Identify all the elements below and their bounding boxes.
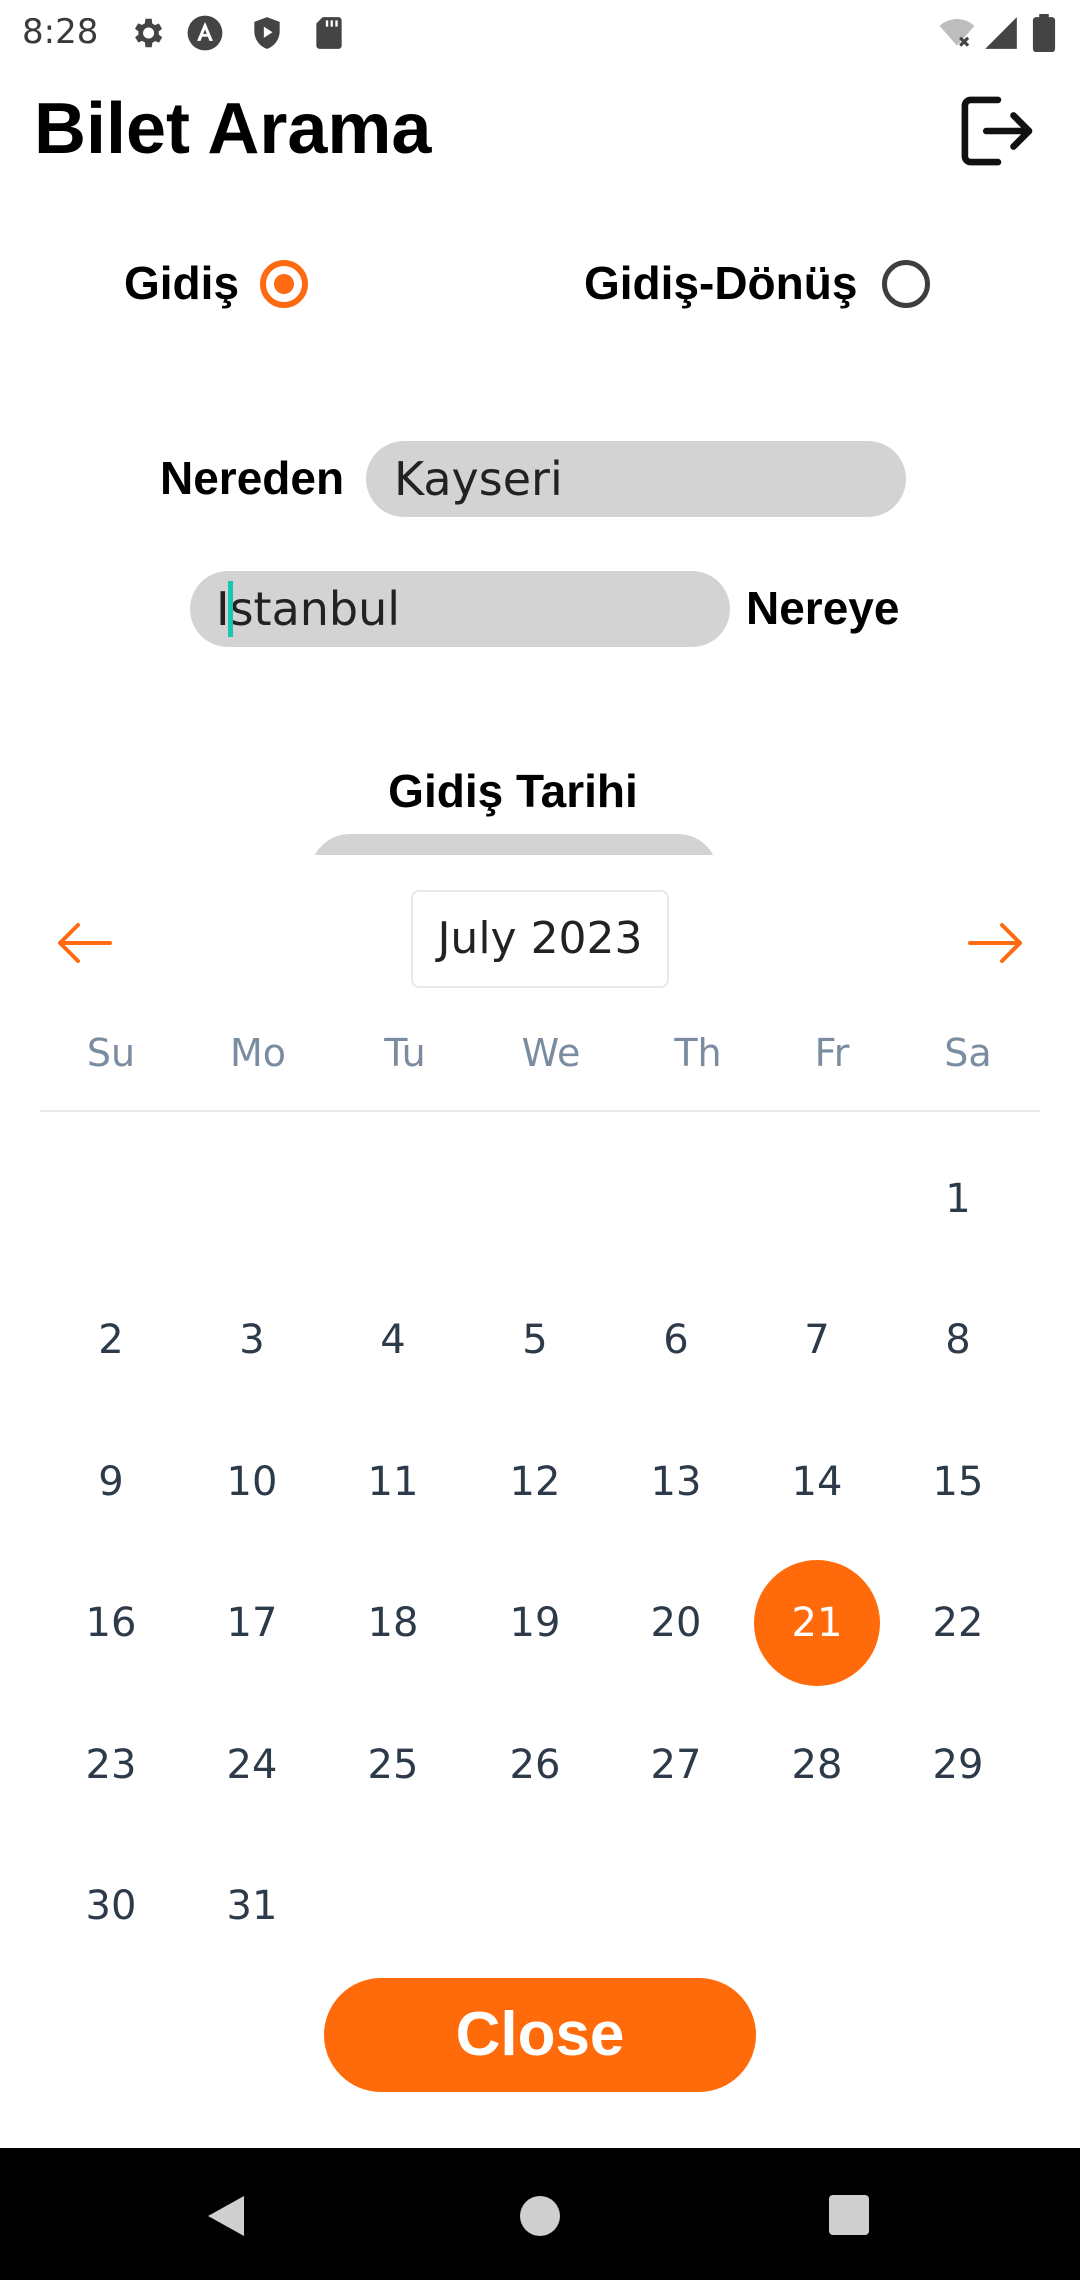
calendar-day[interactable]: 9 <box>48 1419 174 1545</box>
from-input-value: Kayseri <box>394 452 563 506</box>
round-trip-radio[interactable] <box>882 260 930 308</box>
calendar-day[interactable]: 3 <box>189 1277 315 1403</box>
calendar-day[interactable]: 26 <box>472 1702 598 1828</box>
calendar-day[interactable]: 14 <box>754 1419 880 1545</box>
angular-icon <box>187 15 223 51</box>
from-input[interactable]: Kayseri <box>366 441 906 517</box>
battery-icon <box>1032 14 1056 52</box>
calendar-day[interactable]: 5 <box>472 1277 598 1403</box>
round-trip-label: Gidiş-Dönüş <box>584 257 858 309</box>
calendar-day[interactable]: 13 <box>613 1419 739 1545</box>
calendar-day[interactable]: 22 <box>895 1560 1021 1686</box>
home-circle-icon[interactable] <box>518 2194 562 2238</box>
calendar-day[interactable]: 4 <box>330 1277 456 1403</box>
departure-date-label: Gidiş Tarihi <box>388 765 638 817</box>
calendar-day[interactable]: 12 <box>472 1419 598 1545</box>
calendar-day[interactable]: 8 <box>895 1277 1021 1403</box>
recents-square-icon[interactable] <box>828 2194 870 2236</box>
calendar-day[interactable]: 15 <box>895 1419 1021 1545</box>
sd-card-icon <box>316 17 342 49</box>
one-way-label: Gidiş <box>124 257 240 309</box>
calendar-day[interactable]: 18 <box>330 1560 456 1686</box>
calendar-day[interactable]: 23 <box>48 1702 174 1828</box>
one-way-radio[interactable] <box>260 260 308 308</box>
calendar-day[interactable]: 7 <box>754 1277 880 1403</box>
calendar-day[interactable]: 2 <box>48 1277 174 1403</box>
status-time: 8:28 <box>22 12 99 52</box>
calendar-day[interactable]: 16 <box>48 1560 174 1686</box>
calendar-day[interactable]: 25 <box>330 1702 456 1828</box>
calendar-day[interactable]: 6 <box>613 1277 739 1403</box>
to-input-value: Istanbul <box>216 582 401 636</box>
close-button[interactable]: Close <box>324 1978 756 2092</box>
calendar-day[interactable]: 30 <box>48 1843 174 1969</box>
day-grid: 1 2 3 4 5 6 7 8 9 10 11 12 13 14 15 16 17 18 19 20 21 22 23 24 2… <box>0 855 1080 2150</box>
wifi-off-icon <box>939 18 975 47</box>
to-input[interactable]: Istanbul <box>190 571 730 647</box>
calendar-day[interactable]: 24 <box>189 1702 315 1828</box>
calendar-day-selected[interactable]: 21 <box>754 1560 880 1687</box>
text-cursor <box>228 581 233 637</box>
calendar-day[interactable]: 17 <box>189 1560 315 1686</box>
logout-icon[interactable] <box>958 96 1034 166</box>
signal-icon <box>985 17 1017 49</box>
from-label: Nereden <box>160 452 345 504</box>
calendar-day[interactable]: 19 <box>472 1560 598 1686</box>
calendar-day[interactable]: 31 <box>189 1843 315 1969</box>
calendar-day[interactable]: 28 <box>754 1702 880 1828</box>
calendar-day[interactable]: 1 <box>895 1136 1021 1262</box>
page-title: Bilet Arama <box>34 89 432 169</box>
to-label: Nereye <box>746 582 900 634</box>
calendar-day[interactable]: 29 <box>895 1702 1021 1828</box>
settings-icon <box>134 18 163 48</box>
calendar-day[interactable]: 11 <box>330 1419 456 1545</box>
back-triangle-icon[interactable] <box>204 2194 248 2238</box>
navigation-bar <box>0 2148 1080 2280</box>
status-bar: 8:28 <box>0 0 1080 64</box>
shield-play-icon <box>254 17 280 49</box>
calendar-day[interactable]: 27 <box>613 1702 739 1828</box>
calendar-day[interactable]: 20 <box>613 1560 739 1686</box>
calendar-day[interactable]: 10 <box>189 1419 315 1545</box>
calendar-picker: July 2023 Su Mo Tu We Th Fr Sa 123456789… <box>0 855 1080 2150</box>
